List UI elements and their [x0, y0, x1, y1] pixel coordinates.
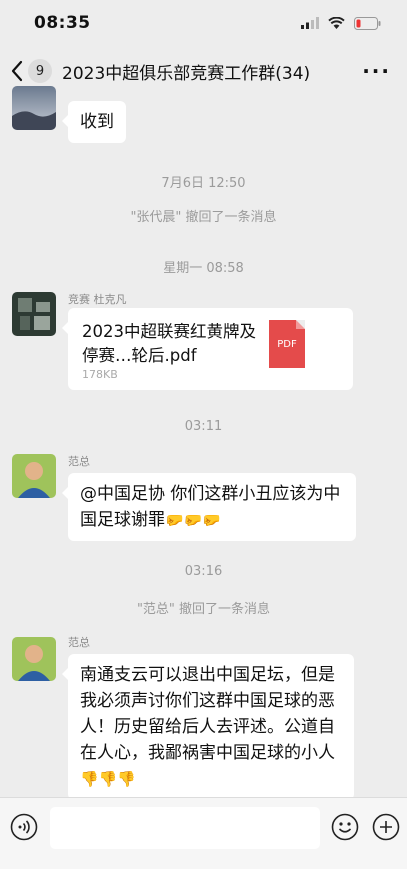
battery-low-icon — [354, 16, 381, 30]
voice-input-button[interactable] — [10, 813, 38, 841]
message-bubble[interactable]: 南通支云可以退出中国足坛，但是我必须声讨你们这群中国足球的恶人！历史留给后人去评… — [62, 654, 354, 800]
message-text: 收到 — [80, 112, 114, 132]
avatar[interactable] — [12, 86, 56, 130]
chat-title: 2023中超俱乐部竞赛工作群(34) — [62, 63, 311, 84]
time-divider: 7月6日 12:50 — [161, 176, 246, 191]
more-functions-button[interactable] — [372, 813, 400, 841]
smiley-icon — [331, 813, 359, 841]
time-divider: 03:11 — [184, 419, 223, 434]
message-input[interactable] — [50, 807, 320, 849]
avatar[interactable] — [12, 292, 56, 336]
avatar[interactable] — [12, 454, 56, 498]
wifi-icon — [328, 17, 345, 29]
plus-icon — [372, 813, 400, 841]
message-bubble[interactable]: @中国足协 你们这群小丑应该为中国足球谢罪🤛🤛🤛 — [62, 473, 356, 541]
chat-input-bar — [0, 797, 407, 869]
status-bar: 08:35 — [0, 0, 407, 46]
time-divider: 星期一 08:58 — [163, 261, 244, 276]
back-button[interactable]: 9 — [10, 59, 52, 83]
more-options-button[interactable]: ··· — [356, 59, 397, 83]
message-text: 南通支云可以退出中国足坛，但是我必须声讨你们这群中国足球的恶人！历史留给后人去评… — [80, 665, 335, 763]
file-name: 2023中超联赛红黄牌及停赛…轮后.pdf — [82, 322, 256, 365]
unread-count-badge: 9 — [28, 59, 52, 83]
status-time: 08:35 — [34, 13, 91, 33]
status-icons — [301, 16, 381, 30]
thumbs-down-emoji: 👎👎👎 — [80, 770, 137, 788]
chat-header: 9 2023中超俱乐部竞赛工作群(34) ··· — [0, 46, 407, 96]
recall-notice: "范总" 撤回了一条消息 — [136, 602, 271, 617]
pdf-file-icon: PDF — [269, 320, 305, 368]
time-divider: 03:16 — [184, 564, 223, 579]
avatar[interactable] — [12, 637, 56, 681]
emoji-button[interactable] — [331, 813, 359, 841]
fist-emoji: 🤛🤛🤛 — [165, 511, 222, 529]
file-message-card[interactable]: 2023中超联赛红黄牌及停赛…轮后.pdf 178KB PDF — [62, 308, 353, 390]
sender-name: 范总 — [68, 636, 90, 649]
chevron-left-icon — [11, 60, 23, 82]
sender-name: 范总 — [68, 455, 90, 468]
message-bubble[interactable]: 收到 — [62, 101, 126, 143]
sender-name: 竞赛 杜克凡 — [68, 293, 127, 306]
voice-icon — [10, 813, 38, 841]
recall-notice: "张代晨" 撤回了一条消息 — [130, 210, 277, 225]
cellular-signal-icon — [301, 17, 319, 29]
file-size: 178KB — [82, 368, 118, 381]
